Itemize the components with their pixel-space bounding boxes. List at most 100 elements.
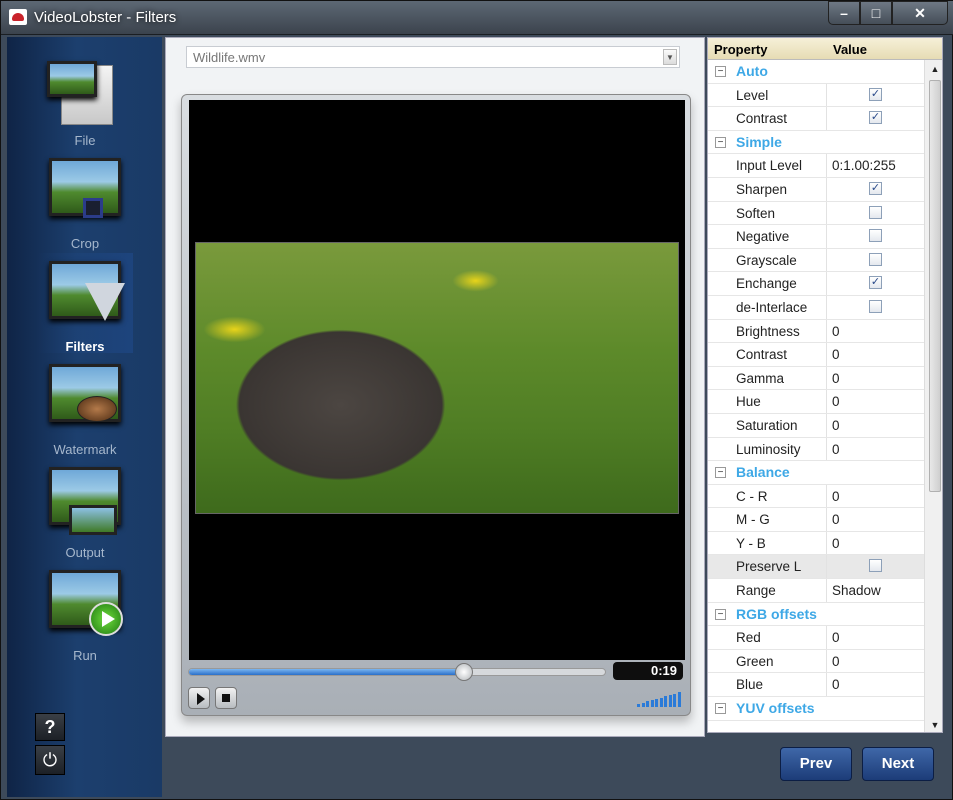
- grid-property-row[interactable]: Soften: [708, 201, 924, 226]
- grid-category-row[interactable]: − Auto: [708, 60, 924, 84]
- maximize-button[interactable]: □: [860, 1, 892, 25]
- grid-scrollbar[interactable]: ▲ ▼: [924, 60, 942, 732]
- property-name: Input Level: [736, 158, 803, 174]
- grid-property-row[interactable]: Contrast 0: [708, 343, 924, 367]
- grid-category-row[interactable]: − Simple: [708, 130, 924, 155]
- sidebar: File Crop Filters Watermark Output Run: [7, 37, 162, 797]
- grid-property-row[interactable]: C - R 0: [708, 484, 924, 509]
- grid-property-row[interactable]: Grayscale: [708, 248, 924, 273]
- property-checkbox[interactable]: [869, 252, 882, 266]
- window-title: VideoLobster - Filters: [34, 9, 177, 26]
- collapse-toggle-icon[interactable]: −: [715, 136, 726, 148]
- grid-property-row[interactable]: Y - B 0: [708, 531, 924, 556]
- minimize-button[interactable]: –: [828, 1, 860, 25]
- grid-property-row[interactable]: Hue 0: [708, 390, 924, 414]
- chevron-down-icon[interactable]: ▼: [663, 49, 677, 65]
- scroll-down-icon[interactable]: ▼: [927, 718, 942, 732]
- property-name: Contrast: [736, 347, 788, 363]
- sidebar-item-filters[interactable]: Filters: [37, 253, 133, 354]
- property-value[interactable]: 0: [832, 489, 840, 504]
- grid-property-row[interactable]: Luminosity 0: [708, 437, 924, 462]
- window-controls: – □ ✕: [828, 1, 948, 27]
- category-label: RGB offsets: [736, 605, 817, 622]
- volume-bar: [673, 693, 676, 707]
- next-button[interactable]: Next: [862, 747, 934, 781]
- property-checkbox[interactable]: ✓: [869, 111, 882, 125]
- grid-property-row[interactable]: Enchange ✓: [708, 272, 924, 296]
- grid-property-row[interactable]: Input Level 0:1.00:255: [708, 154, 924, 178]
- property-value[interactable]: 0: [832, 394, 840, 409]
- property-checkbox[interactable]: [869, 299, 882, 313]
- grid-property-row[interactable]: Contrast ✓: [708, 107, 924, 131]
- seek-progress: [189, 669, 464, 675]
- column-divider: [826, 107, 827, 130]
- grid-property-row[interactable]: Red 0: [708, 626, 924, 650]
- property-value[interactable]: 0: [832, 677, 840, 692]
- help-button[interactable]: ?: [35, 713, 65, 741]
- grid-category-row[interactable]: − Balance: [708, 461, 924, 485]
- property-name: C - R: [736, 488, 768, 504]
- play-icon: [89, 602, 123, 636]
- prev-button[interactable]: Prev: [780, 747, 852, 781]
- property-checkbox[interactable]: ✓: [869, 181, 882, 195]
- column-divider: [826, 319, 827, 343]
- sidebar-item-output[interactable]: Output: [37, 459, 133, 560]
- stop-button[interactable]: [215, 687, 237, 709]
- grid-property-row[interactable]: Negative: [708, 225, 924, 249]
- column-divider: [826, 343, 827, 366]
- grid-property-row[interactable]: Green 0: [708, 649, 924, 674]
- collapse-toggle-icon[interactable]: −: [715, 66, 726, 77]
- property-value[interactable]: 0:1.00:255: [832, 158, 896, 173]
- property-checkbox[interactable]: ✓: [869, 276, 882, 290]
- column-divider: [826, 555, 827, 579]
- scroll-thumb[interactable]: [929, 80, 941, 492]
- property-checkbox[interactable]: [869, 559, 882, 573]
- close-button[interactable]: ✕: [892, 1, 948, 25]
- collapse-toggle-icon[interactable]: −: [715, 703, 726, 715]
- property-checkbox[interactable]: [869, 229, 882, 243]
- play-button[interactable]: [188, 687, 210, 709]
- grid-property-row[interactable]: Range Shadow: [708, 579, 924, 603]
- grid-property-row[interactable]: Saturation 0: [708, 413, 924, 438]
- property-name: Level: [736, 87, 769, 103]
- grid-category-row[interactable]: − RGB offsets: [708, 602, 924, 627]
- grid-property-row[interactable]: Blue 0: [708, 673, 924, 698]
- property-value[interactable]: 0: [832, 442, 840, 457]
- seek-bar[interactable]: [188, 663, 606, 681]
- file-select[interactable]: Wildlife.wmv ▼: [186, 46, 680, 68]
- app-logo-icon: [9, 9, 27, 25]
- property-value[interactable]: 0: [832, 418, 840, 433]
- property-value[interactable]: Shadow: [832, 583, 881, 598]
- power-button[interactable]: ⏻: [35, 745, 65, 775]
- property-checkbox[interactable]: [869, 205, 882, 219]
- grid-property-row[interactable]: Gamma 0: [708, 366, 924, 391]
- grid-property-row[interactable]: Sharpen ✓: [708, 177, 924, 202]
- sidebar-item-run[interactable]: Run: [37, 562, 133, 663]
- collapse-toggle-icon[interactable]: −: [715, 467, 726, 479]
- seek-thumb[interactable]: [454, 663, 473, 681]
- property-value[interactable]: 0: [832, 512, 840, 527]
- property-value[interactable]: 0: [832, 630, 840, 645]
- grid-category-row[interactable]: − YUV offsets: [708, 697, 924, 721]
- column-divider: [826, 579, 827, 602]
- property-value[interactable]: 0: [832, 536, 840, 551]
- property-name: Blue: [736, 677, 764, 693]
- volume-icon[interactable]: [637, 691, 683, 707]
- grid-property-row[interactable]: Preserve L: [708, 555, 924, 580]
- property-value[interactable]: 0: [832, 324, 840, 339]
- property-checkbox[interactable]: ✓: [869, 87, 882, 101]
- grid-property-row[interactable]: M - G 0: [708, 508, 924, 532]
- collapse-toggle-icon[interactable]: −: [715, 608, 726, 620]
- sidebar-item-watermark[interactable]: Watermark: [37, 356, 133, 457]
- property-value[interactable]: 0: [832, 654, 840, 669]
- property-value[interactable]: 0: [832, 347, 840, 362]
- grid-property-row[interactable]: Level ✓: [708, 83, 924, 108]
- grid-property-row[interactable]: Brightness 0: [708, 319, 924, 344]
- grid-property-row[interactable]: de-Interlace: [708, 295, 924, 320]
- sidebar-item-file[interactable]: File: [37, 47, 133, 148]
- scroll-up-icon[interactable]: ▲: [927, 62, 942, 76]
- main-panel: Wildlife.wmv ▼ 0:19: [165, 37, 705, 737]
- property-value[interactable]: 0: [832, 371, 840, 386]
- property-name: Hue: [736, 394, 761, 410]
- sidebar-item-crop[interactable]: Crop: [37, 150, 133, 251]
